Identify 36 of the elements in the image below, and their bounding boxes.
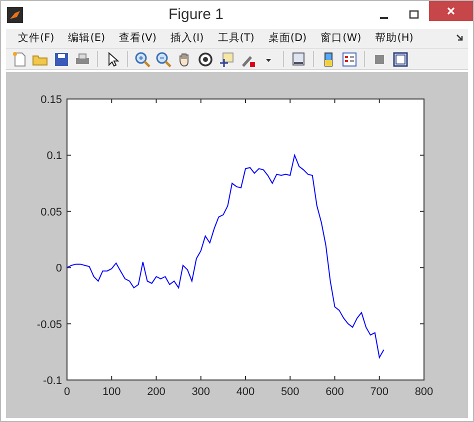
y-tick-label: 0.1 xyxy=(46,150,62,162)
minimize-icon xyxy=(380,17,388,19)
maximize-icon xyxy=(409,10,419,20)
menu-item[interactable]: 插入(I) xyxy=(170,30,204,46)
menu-item[interactable]: 窗口(W) xyxy=(320,30,362,46)
app-logo-icon xyxy=(7,7,23,23)
new-file-icon[interactable] xyxy=(11,50,28,68)
menu-item[interactable]: 桌面(D) xyxy=(268,30,307,46)
y-tick-label: 0.15 xyxy=(40,94,62,106)
menu-item[interactable]: 编辑(E) xyxy=(68,30,106,46)
menu-item[interactable]: 文件(F) xyxy=(18,30,54,46)
menu-item[interactable]: 帮助(H) xyxy=(375,30,414,46)
x-tick-label: 400 xyxy=(236,386,255,398)
menu-item[interactable]: 查看(V) xyxy=(119,30,156,46)
y-tick-label: 0 xyxy=(56,262,62,275)
y-tick-label: 0.05 xyxy=(40,206,62,218)
close-icon xyxy=(446,6,456,16)
window-icon[interactable] xyxy=(392,50,409,68)
zoom-in-icon[interactable] xyxy=(134,50,151,68)
x-tick-label: 500 xyxy=(280,386,300,398)
x-tick-label: 200 xyxy=(147,386,166,398)
zoom-out-icon[interactable] xyxy=(155,50,172,68)
legend-icon[interactable] xyxy=(341,50,358,68)
x-tick-label: 800 xyxy=(414,386,434,398)
y-tick-label: -0.1 xyxy=(43,375,62,387)
x-tick-label: 700 xyxy=(370,386,389,398)
x-tick-label: 300 xyxy=(192,386,210,398)
y-tick-label: -0.05 xyxy=(36,318,62,331)
dock-arrow-icon[interactable] xyxy=(456,34,464,42)
save-icon[interactable] xyxy=(53,50,70,68)
x-tick-label: 100 xyxy=(102,386,121,398)
menu-item[interactable]: 工具(T) xyxy=(218,30,254,46)
x-tick-label: 0 xyxy=(64,386,70,398)
x-tick-label: 600 xyxy=(326,386,344,398)
window-title: Figure 1 xyxy=(167,4,225,25)
close-button[interactable] xyxy=(429,1,473,21)
